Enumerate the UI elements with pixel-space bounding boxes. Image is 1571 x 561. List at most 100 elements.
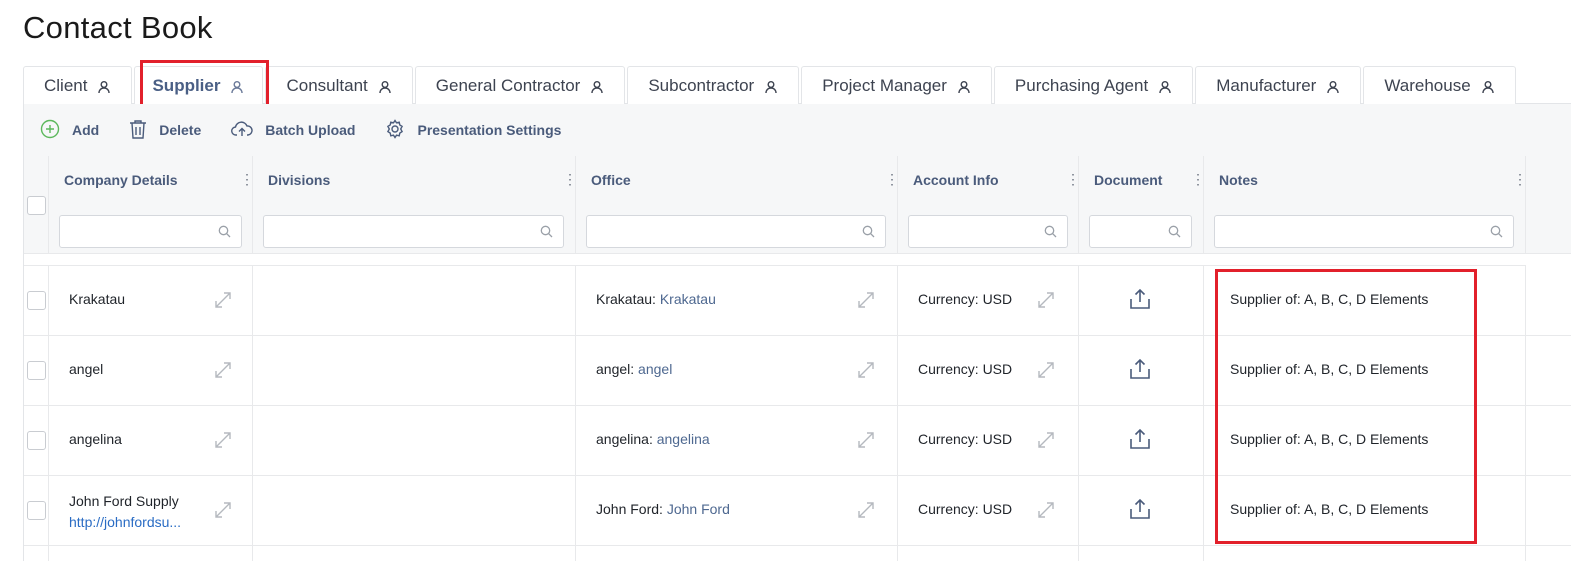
trash-icon: [129, 119, 159, 142]
notes-value: Supplier of: A, B, C, D Elements: [1230, 361, 1429, 377]
expand-icon[interactable]: [1036, 360, 1056, 380]
column-title: Document: [1094, 172, 1163, 188]
company-website-link[interactable]: http://johnfordsu...: [69, 512, 209, 533]
account-value: Currency: USD: [918, 501, 1013, 517]
presentation-settings-button[interactable]: Presentation Settings: [385, 118, 562, 142]
tab-manufacturer[interactable]: Manufacturer: [1195, 66, 1362, 104]
tab-label: Consultant: [286, 75, 368, 95]
table-row[interactable]: John Ford Supply http://johnfordsu... Jo…: [24, 476, 1571, 546]
person-icon: [1481, 79, 1495, 93]
row-checkbox[interactable]: [27, 361, 46, 380]
document-cell: [1079, 266, 1204, 336]
expand-icon[interactable]: [856, 360, 876, 380]
divisions-cell: [253, 336, 576, 406]
column-menu-icon[interactable]: ⋮: [885, 170, 899, 188]
row-checkbox[interactable]: [27, 431, 46, 450]
column-menu-icon[interactable]: ⋮: [563, 170, 577, 188]
select-all-checkbox[interactable]: [27, 196, 46, 215]
contacts-table: Company Details ⋮ Divisions ⋮ Office ⋮ A…: [23, 156, 1571, 561]
upload-icon[interactable]: [1129, 358, 1151, 383]
tab-purchasing-agent[interactable]: Purchasing Agent: [993, 66, 1194, 104]
company-name: angel: [69, 361, 104, 377]
search-icon: [1044, 225, 1057, 243]
expand-icon[interactable]: [856, 430, 876, 450]
expand-icon[interactable]: [213, 430, 233, 450]
column-document: Document ⋮: [1079, 156, 1205, 254]
document-cell: [1079, 546, 1204, 561]
column-menu-icon[interactable]: ⋮: [1191, 170, 1205, 188]
row-select-cell: [24, 336, 49, 406]
notes-cell: Supplier of: A, B, C, D Elements: [1204, 476, 1526, 546]
delete-label: Delete: [159, 122, 202, 138]
office-link[interactable]: John Ford: [667, 501, 730, 517]
expand-icon[interactable]: [213, 290, 233, 310]
column-menu-icon[interactable]: ⋮: [240, 170, 254, 188]
presentation-settings-label: Presentation Settings: [417, 122, 562, 138]
company-cell: angel: [49, 336, 253, 406]
column-menu-icon[interactable]: ⋮: [1066, 170, 1080, 188]
column-title: Divisions: [268, 172, 331, 188]
cloud-upload-icon: [231, 120, 265, 141]
upload-icon[interactable]: [1129, 288, 1151, 313]
tab-consultant[interactable]: Consultant: [265, 66, 413, 104]
add-button[interactable]: Add: [40, 119, 99, 142]
office-cell: [576, 546, 898, 561]
expand-icon[interactable]: [213, 360, 233, 380]
divisions-filter-input[interactable]: [263, 215, 564, 248]
office-link[interactable]: angel: [638, 361, 672, 377]
tab-project-manager[interactable]: Project Manager: [801, 66, 992, 104]
expand-icon[interactable]: [856, 290, 876, 310]
account-info-filter-input[interactable]: [908, 215, 1068, 248]
tab-client[interactable]: Client: [23, 66, 133, 104]
notes-value: Supplier of: A, B, C, D Elements: [1230, 501, 1429, 517]
row-select-cell: [24, 266, 49, 336]
office-prefix: angelina:: [596, 431, 653, 447]
expand-icon[interactable]: [1036, 500, 1056, 520]
row-checkbox[interactable]: [27, 501, 46, 520]
upload-icon[interactable]: [1129, 428, 1151, 453]
upload-icon[interactable]: [1129, 498, 1151, 523]
table-row[interactable]: Krakatau Krakatau: Krakatau Currency: US…: [24, 266, 1571, 336]
tab-subcontractor[interactable]: Subcontractor: [627, 66, 800, 104]
table-header-row: Company Details ⋮ Divisions ⋮ Office ⋮ A…: [24, 156, 1571, 254]
column-title: Office: [591, 172, 631, 188]
search-icon: [862, 225, 875, 243]
tab-supplier[interactable]: Supplier: [134, 66, 264, 104]
row-select-cell: [24, 546, 49, 561]
expand-icon[interactable]: [213, 500, 233, 520]
notes-filter-input[interactable]: [1214, 215, 1514, 248]
office-value: John Ford: John Ford: [596, 501, 730, 517]
expand-icon[interactable]: [856, 500, 876, 520]
column-title: Account Info: [913, 172, 999, 188]
company-details: John Ford Supply http://johnfordsu...: [69, 491, 209, 533]
document-cell: [1079, 406, 1204, 476]
column-menu-icon[interactable]: ⋮: [1513, 170, 1527, 188]
document-filter-input[interactable]: [1089, 215, 1192, 248]
table-row[interactable]: angel angel: angel Currency: USD Supplie…: [24, 336, 1571, 406]
expand-icon[interactable]: [1036, 290, 1056, 310]
tab-general-contractor[interactable]: General Contractor: [414, 66, 626, 104]
office-prefix: John Ford:: [596, 501, 663, 517]
notes-cell: Supplier of: A, B, C, D Elements: [1204, 266, 1526, 336]
tab-warehouse[interactable]: Warehouse: [1363, 66, 1516, 104]
office-link[interactable]: Krakatau: [660, 291, 716, 307]
delete-button[interactable]: Delete: [129, 119, 201, 142]
column-title: Notes: [1219, 172, 1258, 188]
batch-upload-button[interactable]: Batch Upload: [231, 120, 355, 141]
table-row[interactable]: angelina angelina: angelina Currency: US…: [24, 406, 1571, 476]
office-filter-input[interactable]: [586, 215, 886, 248]
table-row-partial: [24, 546, 1571, 561]
toolbar: Add Delete Batch Upload Presentation Set…: [23, 104, 1571, 156]
person-icon: [764, 79, 778, 93]
expand-icon[interactable]: [1036, 430, 1056, 450]
account-cell: Currency: USD: [898, 336, 1079, 406]
company-details-filter-input[interactable]: [59, 215, 242, 248]
notes-value: Supplier of: A, B, C, D Elements: [1230, 291, 1429, 307]
person-icon: [1326, 79, 1340, 93]
row-checkbox[interactable]: [27, 291, 46, 310]
office-link[interactable]: angelina: [657, 431, 710, 447]
company-name: angelina: [69, 431, 122, 447]
column-title: Company Details: [64, 172, 178, 188]
header-spacer: [24, 254, 1526, 266]
company-cell: Krakatau: [49, 266, 253, 336]
